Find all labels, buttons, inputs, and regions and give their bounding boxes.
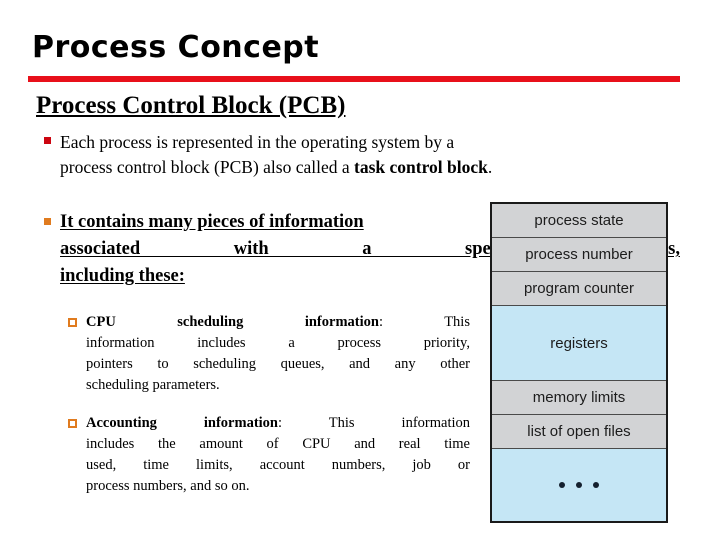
ellipsis-dots-icon	[559, 482, 599, 488]
pcb-row-process-number: process number	[492, 238, 666, 272]
bullet-1-line-2-bold: task control block	[354, 157, 488, 177]
hollow-square-bullet-icon	[58, 413, 86, 428]
pcb-diagram: process state process number program count…	[490, 202, 668, 523]
page-title: Process Concept	[32, 30, 320, 65]
pcb-row-list-of-open-files: list of open files	[492, 415, 666, 449]
pcb-row-registers: registers	[492, 306, 666, 381]
sub-bullet-cpu-scheduling-text: CPU scheduling information: This informa…	[86, 312, 470, 396]
pcb-row-label: process state	[534, 212, 624, 229]
bullet-1-line-2: process control block (PCB) also called …	[60, 155, 680, 180]
sub-bullet-1-line-2: information includes a process priority,	[86, 335, 470, 351]
pcb-row-process-state: process state	[492, 204, 666, 238]
pcb-row-label: process number	[525, 246, 633, 263]
sub-bullet-2-line-3: used, time limits, account numbers, job …	[86, 457, 470, 473]
sub-bullet-1-line-1-tail: This	[382, 314, 470, 330]
bullet-item-1-text: Each process is represented in the opera…	[60, 130, 680, 180]
title-divider-rule	[28, 76, 680, 82]
sub-bullet-2-line-1-tail: This information	[282, 415, 470, 431]
pcb-row-memory-limits: memory limits	[492, 381, 666, 415]
sub-bullet-1-line-3: pointers to scheduling queues, and any o…	[86, 356, 470, 372]
sub-bullet-1-lead: CPU scheduling information	[86, 314, 379, 330]
hollow-square-bullet-icon	[58, 312, 86, 327]
bullet-1-line-2-suffix: .	[487, 157, 493, 177]
pcb-row-label: list of open files	[527, 423, 631, 440]
sub-bullet-accounting-text: Accounting information: This information…	[86, 413, 470, 497]
bullet-1-line-1: Each process is represented in the opera…	[60, 132, 455, 152]
sub-bullet-2-line-4: process numbers, and so on.	[86, 478, 250, 494]
sub-bullet-list: CPU scheduling information: This informa…	[58, 312, 470, 497]
sub-bullet-2-lead: Accounting information	[86, 415, 278, 431]
sub-bullet-item-accounting: Accounting information: This information…	[58, 413, 470, 497]
solid-square-bullet-icon	[34, 130, 60, 144]
pcb-row-ellipsis	[492, 449, 666, 521]
solid-square-bullet-icon	[34, 209, 60, 225]
pcb-row-program-counter: program counter	[492, 272, 666, 306]
pcb-row-label: program counter	[523, 280, 635, 297]
sub-bullet-item-cpu-scheduling: CPU scheduling information: This informa…	[58, 312, 470, 396]
bullet-item-1: Each process is represented in the opera…	[34, 130, 680, 180]
pcb-row-label: registers	[550, 334, 608, 352]
bullet-1-line-2-prefix: process control block (PCB) also called …	[60, 157, 355, 177]
sub-bullet-2-line-2: includes the amount of CPU and real time	[86, 436, 470, 452]
sub-bullet-1-line-4: scheduling parameters.	[86, 377, 220, 393]
section-heading: Process Control Block (PCB)	[36, 92, 346, 119]
pcb-row-label: memory limits	[532, 389, 626, 406]
